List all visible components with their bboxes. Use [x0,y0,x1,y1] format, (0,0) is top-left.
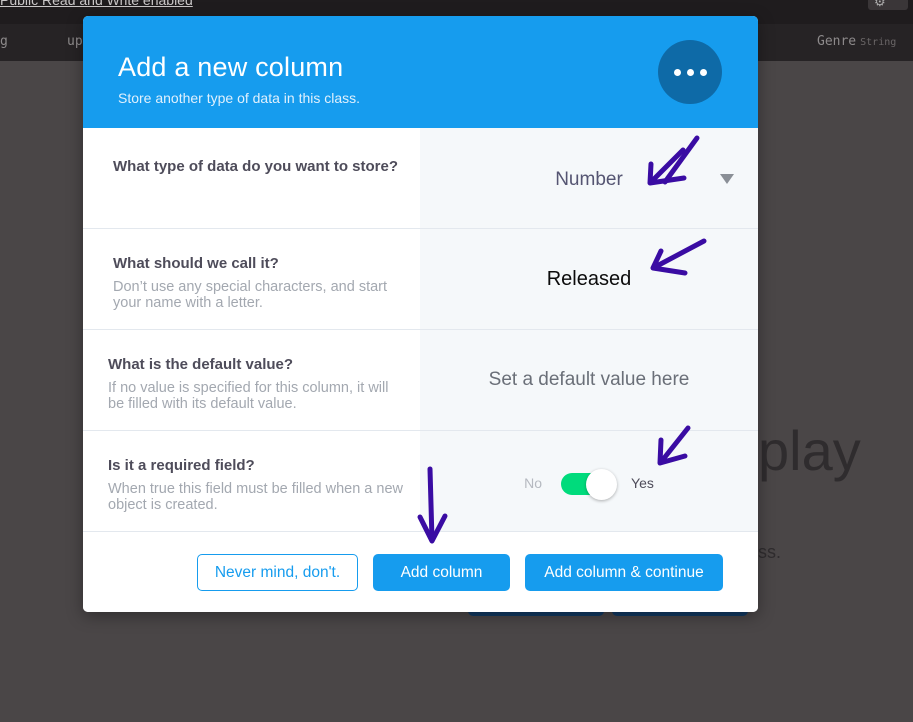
column-name-label-cell: What should we call it? Don’t use any sp… [83,229,420,329]
dialog-title: Add a new column [118,52,344,82]
settings-gear-icon: ⚙ [868,0,908,10]
add-column-dialog: Add a new column Store another type of d… [83,16,758,612]
caret-down-icon [720,174,734,184]
column-name-input-cell [420,229,758,329]
add-column-button[interactable]: Add column [373,554,510,591]
more-horizontal-icon [673,68,681,76]
default-value-row: What is the default value? If no value i… [83,330,758,431]
permissions-link: Public Read and Write enabled [0,0,193,8]
default-value-help-text: If no value is specified for this column… [108,380,389,412]
cancel-button[interactable]: Never mind, don't. [197,554,358,591]
default-value-input[interactable] [459,369,719,391]
default-value-input-cell [420,330,758,430]
data-type-label: What type of data do you want to store? [113,158,398,175]
column-name-label: What should we call it? [113,255,279,272]
more-options-button[interactable] [658,40,722,104]
data-type-row: What type of data do you want to store? … [83,128,758,229]
background-empty-title: play [758,419,861,482]
dialog-header: Add a new column Store another type of d… [83,16,758,128]
required-field-toggle-cell: No Yes [420,431,758,531]
required-toggle[interactable] [561,469,618,500]
default-value-label: What is the default value? [108,356,294,373]
data-type-select[interactable]: Number [420,128,758,228]
column-name-input[interactable] [479,267,699,291]
required-field-help-text: When true this field must be filled when… [108,481,403,513]
add-column-continue-button[interactable]: Add column & continue [525,554,723,591]
default-value-label-cell: What is the default value? If no value i… [83,330,420,430]
required-field-row: Is it a required field? When true this f… [83,431,758,532]
required-field-label-cell: Is it a required field? When true this f… [83,431,420,531]
toggle-yes-label: Yes [631,475,654,491]
background-empty-text: ss. [758,542,782,562]
column-header-g: g [0,34,8,49]
column-name-help-text: Don’t use any special characters, and st… [113,279,388,311]
toggle-no-label: No [524,475,543,491]
required-field-label: Is it a required field? [108,457,255,474]
dialog-footer: Never mind, don't. Add column Add column… [83,532,758,612]
dialog-subtitle: Store another type of data in this class… [118,90,361,106]
column-header-genre: Genre String [817,34,897,49]
required-toggle-group: No Yes [524,469,654,500]
data-type-selected-value: Number [555,169,623,190]
more-horizontal-icon-dot [699,68,707,76]
toggle-knob [586,469,618,500]
more-horizontal-icon-dot [686,68,694,76]
column-name-row: What should we call it? Don’t use any sp… [83,229,758,330]
data-type-label-cell: What type of data do you want to store? [83,128,420,228]
column-header-up: up [67,34,83,49]
